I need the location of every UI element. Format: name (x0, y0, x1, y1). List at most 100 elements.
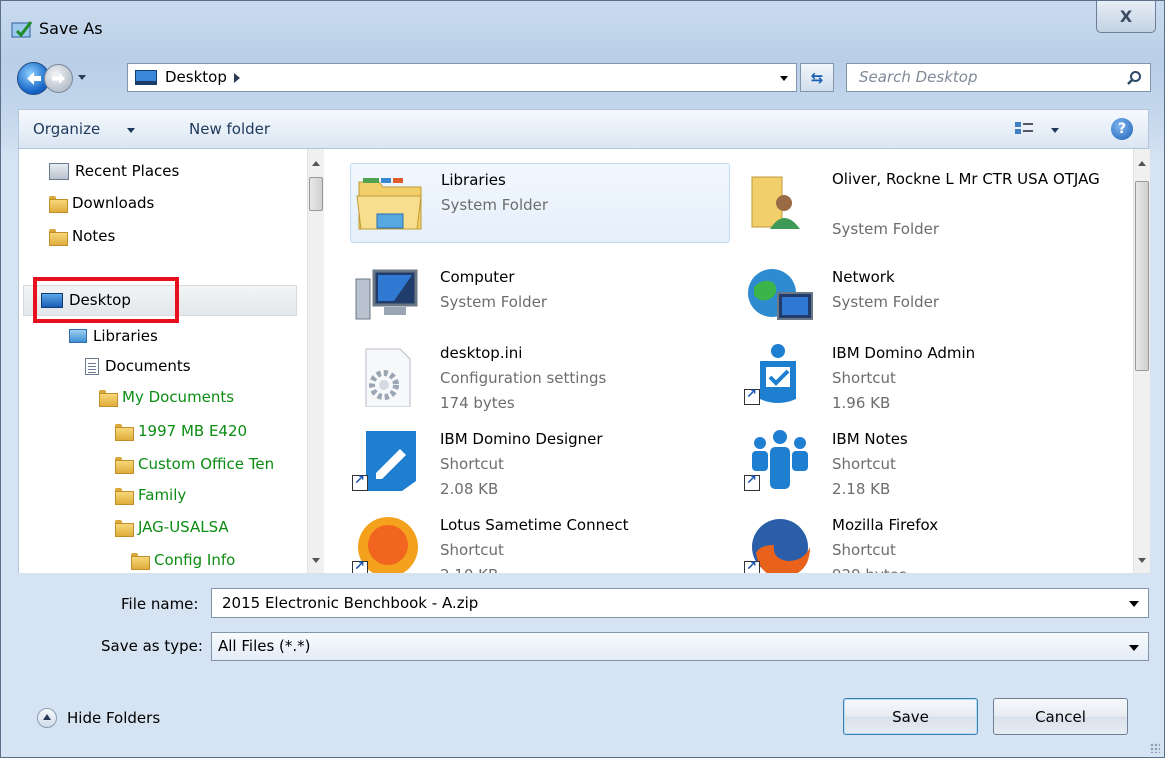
sidebar-item-my-documents[interactable]: My Documents (99, 383, 234, 411)
folder-icon (99, 389, 118, 407)
folder-icon (115, 456, 134, 474)
folder-icon (131, 552, 150, 570)
libraries-folder-icon (356, 178, 422, 230)
file-name: IBM Domino Designer (440, 430, 603, 448)
change-view-icon[interactable] (1014, 120, 1034, 140)
navigation-bar: Desktop ⇆ Search Desktop (1, 57, 1164, 97)
sidebar-item-notes[interactable]: Notes (49, 222, 115, 250)
file-item-firefox[interactable]: Mozilla Firefox Shortcut 929 bytes (742, 509, 1122, 573)
file-type: Configuration settings (440, 369, 607, 387)
help-icon: ? (1117, 121, 1127, 137)
file-name-field[interactable]: 2015 Electronic Benchbook - A.zip (211, 588, 1149, 618)
sidebar-item-label: Documents (105, 357, 191, 375)
config-file-icon (365, 348, 411, 407)
main-content: Recent Places Downloads Notes Desktop Li… (18, 149, 1150, 573)
sidebar-item-downloads[interactable]: Downloads (49, 189, 154, 217)
close-button[interactable]: X (1096, 1, 1156, 33)
file-name: Mozilla Firefox (832, 516, 939, 534)
sidebar-item-libraries[interactable]: Libraries (69, 322, 158, 350)
view-options-dropdown[interactable] (1051, 128, 1059, 133)
file-type: Shortcut (440, 541, 504, 559)
hide-folders-toggle[interactable]: Hide Folders (37, 708, 160, 728)
file-name: Oliver, Rockne L Mr CTR USA OTJAG (832, 170, 1100, 188)
file-name: Computer (440, 268, 515, 286)
file-item-libraries[interactable]: Libraries System Folder (350, 163, 730, 243)
file-list-scrollbar[interactable] (1133, 149, 1150, 573)
scroll-up-icon[interactable] (1138, 161, 1146, 166)
file-size: 1.96 KB (832, 394, 891, 412)
sidebar-item-label: Notes (72, 227, 116, 245)
file-type: Shortcut (832, 455, 896, 473)
file-item-computer[interactable]: Computer System Folder (350, 261, 730, 341)
file-item-sametime[interactable]: Lotus Sametime Connect Shortcut 2.10 KB (350, 509, 730, 573)
command-toolbar: Organize New folder ? (18, 109, 1149, 149)
sidebar-item-documents[interactable]: Documents (85, 352, 191, 380)
file-item-domino-admin[interactable]: IBM Domino Admin Shortcut 1.96 KB (742, 337, 1122, 417)
sidebar-item-recent-places[interactable]: Recent Places (49, 157, 179, 185)
navigation-scrollbar[interactable] (307, 149, 324, 573)
file-item-user-folder[interactable]: Oliver, Rockne L Mr CTR USA OTJAG System… (742, 163, 1122, 243)
scrollbar-thumb[interactable] (309, 177, 323, 211)
search-input[interactable]: Search Desktop (859, 68, 978, 86)
file-item-network[interactable]: Network System Folder (742, 261, 1122, 341)
forward-button[interactable] (44, 64, 73, 93)
resize-grip-icon[interactable] (1150, 743, 1160, 753)
libraries-icon (69, 329, 87, 343)
file-name: IBM Notes (832, 430, 908, 448)
scroll-down-icon[interactable] (312, 558, 320, 563)
scrollbar-thumb[interactable] (1135, 181, 1149, 371)
downloads-folder-icon (49, 195, 68, 213)
sidebar-item-label: Downloads (72, 194, 155, 212)
breadcrumb-chevron-icon[interactable] (234, 73, 240, 83)
file-name: desktop.ini (440, 344, 523, 362)
sidebar-item-label: Config Info (154, 551, 236, 569)
user-folder-icon (751, 176, 800, 229)
sidebar-item-jag-usalsa[interactable]: JAG-USALSA (115, 513, 229, 541)
scroll-down-icon[interactable] (1138, 558, 1146, 563)
file-item-ibm-notes[interactable]: IBM Notes Shortcut 2.18 KB (742, 423, 1122, 503)
help-button[interactable]: ? (1111, 118, 1133, 140)
address-breadcrumb-desktop[interactable]: Desktop (165, 68, 227, 86)
cancel-button[interactable]: Cancel (993, 698, 1128, 735)
search-icon[interactable] (1126, 70, 1142, 86)
file-item-desktop-ini[interactable]: desktop.ini Configuration settings 174 b… (350, 337, 730, 417)
scroll-up-icon[interactable] (312, 161, 320, 166)
title-bar: Save As X (1, 1, 1164, 51)
refresh-button[interactable]: ⇆ (800, 63, 834, 92)
file-size: 2.10 KB (440, 563, 498, 573)
file-name-label: File name: (121, 595, 199, 613)
annotation-highlight-box (33, 277, 179, 323)
file-size: 2.18 KB (832, 480, 891, 498)
organize-menu[interactable]: Organize (33, 120, 100, 138)
sidebar-item-label: Custom Office Ten (138, 455, 275, 473)
recent-pages-dropdown[interactable] (78, 75, 86, 80)
save-button[interactable]: Save (843, 698, 978, 735)
chevron-down-icon[interactable] (1129, 645, 1139, 651)
file-item-domino-designer[interactable]: IBM Domino Designer Shortcut 2.08 KB (350, 423, 730, 503)
search-box[interactable]: Search Desktop (846, 63, 1151, 92)
navigation-pane: Recent Places Downloads Notes Desktop Li… (19, 149, 329, 573)
folder-icon (115, 423, 134, 441)
file-size: 2.08 KB (440, 480, 499, 498)
chevron-down-icon[interactable] (127, 128, 135, 133)
sidebar-item-family[interactable]: Family (115, 481, 186, 509)
sidebar-item-config-info[interactable]: Config Info (131, 546, 235, 573)
save-as-type-label: Save as type: (101, 637, 203, 655)
file-type: Shortcut (832, 541, 896, 559)
folder-icon (115, 519, 134, 537)
file-size: 174 bytes (440, 394, 515, 412)
new-folder-button[interactable]: New folder (189, 120, 270, 138)
save-as-type-select[interactable]: All Files (*.*) (211, 632, 1149, 661)
sidebar-item-1997-mb-e420[interactable]: 1997 MB E420 (115, 417, 247, 445)
chevron-down-icon[interactable] (1129, 601, 1139, 607)
shortcut-arrow-icon (744, 473, 760, 491)
sidebar-item-custom-office-templates[interactable]: Custom Office Ten (115, 450, 274, 478)
sidebar-item-label: Libraries (93, 327, 158, 345)
file-name: IBM Domino Admin (832, 344, 976, 362)
file-type: Shortcut (832, 369, 896, 387)
address-bar[interactable]: Desktop (127, 63, 797, 92)
address-dropdown[interactable] (780, 76, 788, 81)
folder-icon (115, 487, 134, 505)
file-name-value[interactable]: 2015 Electronic Benchbook - A.zip (222, 594, 478, 612)
refresh-icon: ⇆ (810, 68, 824, 87)
